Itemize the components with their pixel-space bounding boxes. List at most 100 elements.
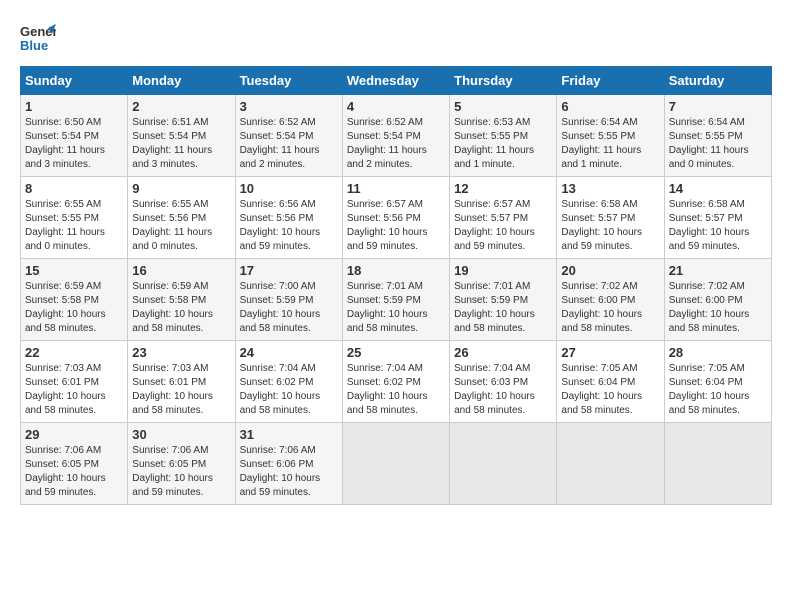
svg-text:Blue: Blue <box>20 38 48 53</box>
calendar-cell <box>450 423 557 505</box>
day-number: 24 <box>240 345 338 360</box>
calendar-cell <box>342 423 449 505</box>
day-info: Sunrise: 6:58 AMSunset: 5:57 PMDaylight:… <box>561 199 642 252</box>
day-number: 19 <box>454 263 552 278</box>
day-number: 30 <box>132 427 230 442</box>
calendar-cell: 2 Sunrise: 6:51 AMSunset: 5:54 PMDaylight… <box>128 95 235 177</box>
weekday-header-tuesday: Tuesday <box>235 67 342 95</box>
day-number: 8 <box>25 181 123 196</box>
day-info: Sunrise: 7:01 AMSunset: 5:59 PMDaylight:… <box>347 281 428 334</box>
day-number: 17 <box>240 263 338 278</box>
day-number: 2 <box>132 99 230 114</box>
calendar-cell: 16 Sunrise: 6:59 AMSunset: 5:58 PMDayligh… <box>128 259 235 341</box>
calendar-cell: 31 Sunrise: 7:06 AMSunset: 6:06 PMDayligh… <box>235 423 342 505</box>
day-number: 18 <box>347 263 445 278</box>
calendar-cell: 20 Sunrise: 7:02 AMSunset: 6:00 PMDayligh… <box>557 259 664 341</box>
calendar-cell: 14 Sunrise: 6:58 AMSunset: 5:57 PMDayligh… <box>664 177 771 259</box>
day-info: Sunrise: 6:55 AMSunset: 5:56 PMDaylight:… <box>132 199 212 252</box>
weekday-header-sunday: Sunday <box>21 67 128 95</box>
day-info: Sunrise: 7:05 AMSunset: 6:04 PMDaylight:… <box>561 363 642 416</box>
day-number: 14 <box>669 181 767 196</box>
calendar-week-row: 1 Sunrise: 6:50 AMSunset: 5:54 PMDaylight… <box>21 95 772 177</box>
weekday-header-monday: Monday <box>128 67 235 95</box>
day-number: 29 <box>25 427 123 442</box>
day-info: Sunrise: 6:50 AMSunset: 5:54 PMDaylight:… <box>25 117 105 170</box>
calendar-cell <box>557 423 664 505</box>
page-header: General Blue <box>20 20 772 56</box>
day-number: 23 <box>132 345 230 360</box>
day-number: 13 <box>561 181 659 196</box>
weekday-header-saturday: Saturday <box>664 67 771 95</box>
calendar-cell: 17 Sunrise: 7:00 AMSunset: 5:59 PMDayligh… <box>235 259 342 341</box>
calendar-cell: 19 Sunrise: 7:01 AMSunset: 5:59 PMDayligh… <box>450 259 557 341</box>
day-info: Sunrise: 7:01 AMSunset: 5:59 PMDaylight:… <box>454 281 535 334</box>
day-number: 1 <box>25 99 123 114</box>
day-info: Sunrise: 6:54 AMSunset: 5:55 PMDaylight:… <box>561 117 641 170</box>
day-info: Sunrise: 7:02 AMSunset: 6:00 PMDaylight:… <box>669 281 750 334</box>
day-number: 11 <box>347 181 445 196</box>
day-info: Sunrise: 7:00 AMSunset: 5:59 PMDaylight:… <box>240 281 321 334</box>
day-number: 21 <box>669 263 767 278</box>
day-info: Sunrise: 7:03 AMSunset: 6:01 PMDaylight:… <box>132 363 213 416</box>
day-info: Sunrise: 7:04 AMSunset: 6:02 PMDaylight:… <box>240 363 321 416</box>
day-info: Sunrise: 6:57 AMSunset: 5:57 PMDaylight:… <box>454 199 535 252</box>
calendar-cell: 26Sunrise: 7:04 AMSunset: 6:03 PMDayligh… <box>450 341 557 423</box>
day-number: 12 <box>454 181 552 196</box>
day-info: Sunrise: 6:51 AMSunset: 5:54 PMDaylight:… <box>132 117 212 170</box>
calendar-cell: 8 Sunrise: 6:55 AMSunset: 5:55 PMDaylight… <box>21 177 128 259</box>
calendar-cell: 3 Sunrise: 6:52 AMSunset: 5:54 PMDaylight… <box>235 95 342 177</box>
weekday-header-row: SundayMondayTuesdayWednesdayThursdayFrid… <box>21 67 772 95</box>
calendar-cell: 11 Sunrise: 6:57 AMSunset: 5:56 PMDayligh… <box>342 177 449 259</box>
day-number: 31 <box>240 427 338 442</box>
day-info: Sunrise: 6:52 AMSunset: 5:54 PMDaylight:… <box>347 117 427 170</box>
calendar-cell: 7Sunrise: 6:54 AMSunset: 5:55 PMDaylight… <box>664 95 771 177</box>
calendar-cell: 1 Sunrise: 6:50 AMSunset: 5:54 PMDaylight… <box>21 95 128 177</box>
day-info: Sunrise: 6:59 AMSunset: 5:58 PMDaylight:… <box>132 281 213 334</box>
day-number: 28 <box>669 345 767 360</box>
day-info: Sunrise: 6:52 AMSunset: 5:54 PMDaylight:… <box>240 117 320 170</box>
calendar-week-row: 22Sunrise: 7:03 AMSunset: 6:01 PMDayligh… <box>21 341 772 423</box>
day-number: 10 <box>240 181 338 196</box>
calendar-cell: 24 Sunrise: 7:04 AMSunset: 6:02 PMDayligh… <box>235 341 342 423</box>
day-info: Sunrise: 7:03 AMSunset: 6:01 PMDaylight:… <box>25 363 106 416</box>
calendar-week-row: 29 Sunrise: 7:06 AMSunset: 6:05 PMDayligh… <box>21 423 772 505</box>
day-number: 5 <box>454 99 552 114</box>
day-number: 16 <box>132 263 230 278</box>
day-info: Sunrise: 7:02 AMSunset: 6:00 PMDaylight:… <box>561 281 642 334</box>
weekday-header-thursday: Thursday <box>450 67 557 95</box>
day-number: 4 <box>347 99 445 114</box>
calendar-cell: 25Sunrise: 7:04 AMSunset: 6:02 PMDayligh… <box>342 341 449 423</box>
weekday-header-wednesday: Wednesday <box>342 67 449 95</box>
calendar-cell: 13 Sunrise: 6:58 AMSunset: 5:57 PMDayligh… <box>557 177 664 259</box>
calendar-cell: 28 Sunrise: 7:05 AMSunset: 6:04 PMDayligh… <box>664 341 771 423</box>
calendar-cell: 5 Sunrise: 6:53 AMSunset: 5:55 PMDaylight… <box>450 95 557 177</box>
day-info: Sunrise: 7:05 AMSunset: 6:04 PMDaylight:… <box>669 363 750 416</box>
day-info: Sunrise: 6:57 AMSunset: 5:56 PMDaylight:… <box>347 199 428 252</box>
day-info: Sunrise: 6:55 AMSunset: 5:55 PMDaylight:… <box>25 199 105 252</box>
calendar-cell: 6Sunrise: 6:54 AMSunset: 5:55 PMDaylight… <box>557 95 664 177</box>
day-number: 20 <box>561 263 659 278</box>
calendar-cell: 10Sunrise: 6:56 AMSunset: 5:56 PMDayligh… <box>235 177 342 259</box>
day-info: Sunrise: 6:59 AMSunset: 5:58 PMDaylight:… <box>25 281 106 334</box>
weekday-header-friday: Friday <box>557 67 664 95</box>
calendar-cell: 21 Sunrise: 7:02 AMSunset: 6:00 PMDayligh… <box>664 259 771 341</box>
calendar-cell: 29 Sunrise: 7:06 AMSunset: 6:05 PMDayligh… <box>21 423 128 505</box>
calendar-cell: 15 Sunrise: 6:59 AMSunset: 5:58 PMDayligh… <box>21 259 128 341</box>
day-info: Sunrise: 6:58 AMSunset: 5:57 PMDaylight:… <box>669 199 750 252</box>
calendar-cell: 18 Sunrise: 7:01 AMSunset: 5:59 PMDayligh… <box>342 259 449 341</box>
calendar-cell: 27Sunrise: 7:05 AMSunset: 6:04 PMDayligh… <box>557 341 664 423</box>
calendar-cell: 30Sunrise: 7:06 AMSunset: 6:05 PMDayligh… <box>128 423 235 505</box>
calendar-cell: 12 Sunrise: 6:57 AMSunset: 5:57 PMDayligh… <box>450 177 557 259</box>
day-info: Sunrise: 7:06 AMSunset: 6:05 PMDaylight:… <box>25 445 106 498</box>
day-number: 3 <box>240 99 338 114</box>
day-number: 9 <box>132 181 230 196</box>
calendar-cell: 23 Sunrise: 7:03 AMSunset: 6:01 PMDayligh… <box>128 341 235 423</box>
calendar-cell <box>664 423 771 505</box>
day-info: Sunrise: 7:06 AMSunset: 6:06 PMDaylight:… <box>240 445 321 498</box>
day-info: Sunrise: 7:04 AMSunset: 6:03 PMDaylight:… <box>454 363 535 416</box>
day-number: 15 <box>25 263 123 278</box>
day-info: Sunrise: 7:04 AMSunset: 6:02 PMDaylight:… <box>347 363 428 416</box>
day-info: Sunrise: 6:53 AMSunset: 5:55 PMDaylight:… <box>454 117 534 170</box>
calendar-week-row: 15 Sunrise: 6:59 AMSunset: 5:58 PMDayligh… <box>21 259 772 341</box>
calendar-cell: 22Sunrise: 7:03 AMSunset: 6:01 PMDayligh… <box>21 341 128 423</box>
